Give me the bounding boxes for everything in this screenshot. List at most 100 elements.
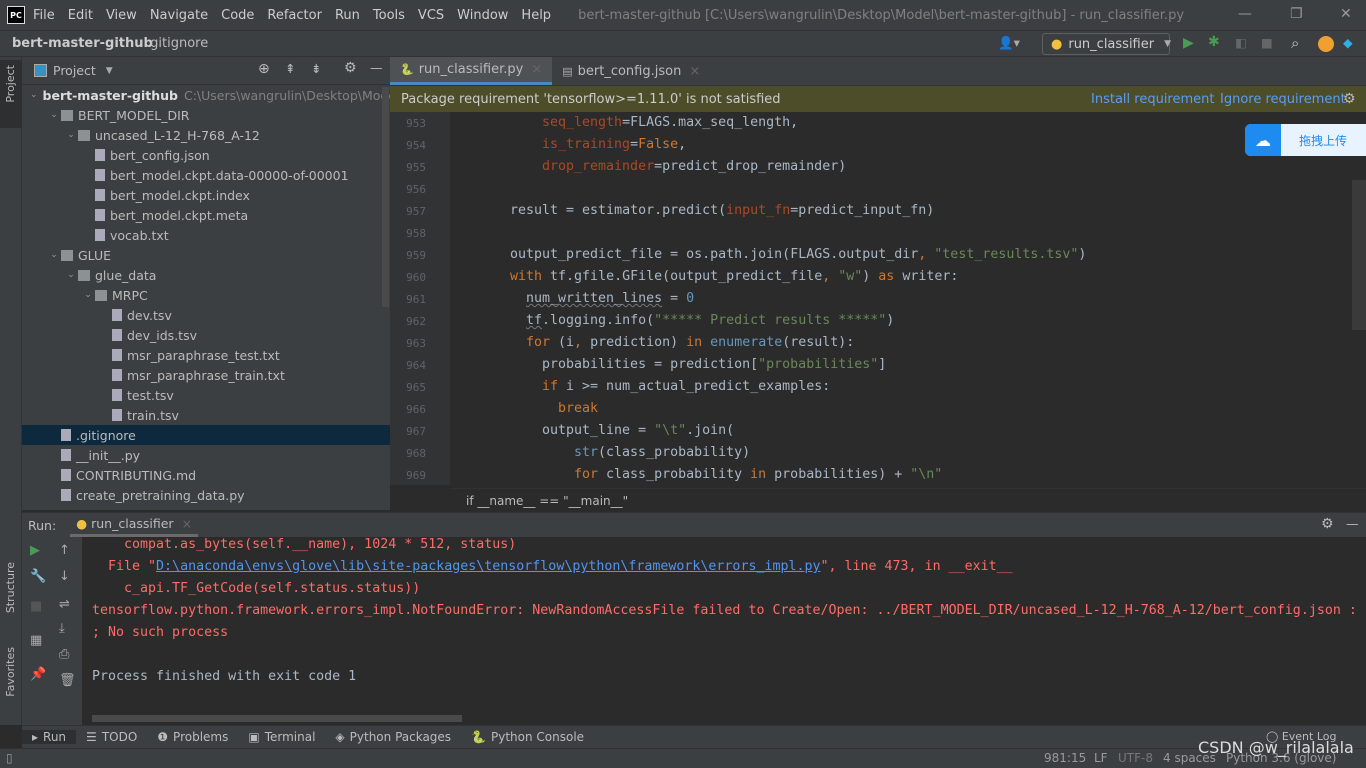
tree-item[interactable]: ⌄ uncased_L-12_H-768_A-12	[22, 125, 390, 145]
scroll-to-end-icon[interactable]: ⤓	[59, 621, 65, 636]
upload-overlay[interactable]: ☁ 拖拽上传	[1245, 124, 1366, 156]
plugin-icon[interactable]: ◆	[1343, 35, 1353, 50]
close-icon[interactable]: ✕	[1340, 6, 1352, 22]
pin-icon[interactable]: 📌	[30, 667, 46, 682]
gear-icon[interactable]: ⚙	[344, 60, 357, 76]
tree-item[interactable]: dev_ids.tsv	[22, 325, 390, 345]
gear-icon[interactable]: ⚙	[1321, 516, 1334, 532]
tree-item[interactable]: test.tsv	[22, 385, 390, 405]
tree-item[interactable]: bert_model.ckpt.data-00000-of-00001	[22, 165, 390, 185]
minimize-icon[interactable]: —	[1238, 6, 1252, 22]
editor-breadcrumb[interactable]: if __name__ == "__main__"	[450, 488, 1366, 510]
tree-item[interactable]: msr_paraphrase_train.txt	[22, 365, 390, 385]
locate-icon[interactable]: ⊕	[258, 61, 270, 77]
close-tab-icon[interactable]: ×	[182, 516, 192, 531]
tree-item[interactable]: train.tsv	[22, 405, 390, 425]
tree-item[interactable]: ⌄ glue_data	[22, 265, 390, 285]
stop-icon[interactable]: ■	[30, 599, 42, 614]
down-arrow-icon[interactable]: ↓	[59, 569, 70, 584]
hide-icon[interactable]: —	[370, 60, 383, 75]
close-tab-icon[interactable]: ×	[531, 62, 542, 77]
collapse-all-icon[interactable]: ⇟	[311, 61, 321, 76]
line-separator[interactable]: LF	[1094, 751, 1108, 765]
expand-all-icon[interactable]: ⇞	[285, 61, 295, 76]
breadcrumb-file[interactable]: .gitignore	[146, 36, 208, 51]
run-tab[interactable]: ● run_classifier ×	[70, 513, 199, 537]
vcs-user-icon[interactable]: 👤▾	[998, 35, 1020, 51]
tree-item[interactable]: create_pretraining_data.py	[22, 485, 390, 505]
tab-bert_config-json[interactable]: ▤ bert_config.json ×	[552, 57, 710, 85]
debug-icon[interactable]: ✱	[1208, 34, 1220, 50]
file-link[interactable]: D:\anaconda\envs\glove\lib\site-packages…	[156, 559, 820, 574]
maximize-icon[interactable]: ❐	[1290, 6, 1303, 22]
tab-run_classifier-py[interactable]: 🐍 run_classifier.py ×	[390, 57, 553, 85]
print-icon[interactable]: ⎙	[59, 647, 69, 662]
tree-item[interactable]: ⌄ GLUE	[22, 245, 390, 265]
caret-position[interactable]: 981:15	[1044, 751, 1086, 765]
editor-scrollbar[interactable]	[1352, 180, 1366, 330]
tree-item[interactable]: dev.tsv	[22, 305, 390, 325]
menu-file[interactable]: File	[33, 8, 55, 23]
rerun-icon[interactable]: ▶	[30, 543, 40, 558]
update-icon[interactable]	[1318, 36, 1334, 52]
code-line: for (i, prediction) in enumerate(result)…	[526, 335, 854, 350]
tree-item[interactable]: bert_model.ckpt.index	[22, 185, 390, 205]
file-icon	[112, 329, 122, 341]
tool-window-todo[interactable]: ☰ TODO	[76, 730, 147, 744]
tool-window-terminal[interactable]: ▣ Terminal	[238, 730, 325, 744]
tree-item[interactable]: __init__.py	[22, 445, 390, 465]
run-config-select[interactable]: ● run_classifier ▼	[1042, 33, 1171, 55]
menu-help[interactable]: Help	[521, 8, 551, 23]
chevron-down-icon[interactable]: ▼	[106, 66, 113, 76]
run-icon[interactable]: ▶	[1183, 35, 1194, 51]
project-view-select[interactable]: Project	[53, 63, 96, 78]
tree-item[interactable]: bert_config.json	[22, 145, 390, 165]
structure-tool-button[interactable]: Structure	[4, 562, 17, 613]
favorites-tool-button[interactable]: Favorites	[4, 647, 17, 697]
tree-item[interactable]: vocab.txt	[22, 225, 390, 245]
tool-window-python-packages[interactable]: ◈ Python Packages	[325, 730, 461, 744]
hide-icon[interactable]: —	[1346, 516, 1359, 531]
menu-code[interactable]: Code	[221, 8, 254, 23]
tool-window-problems[interactable]: ❶ Problems	[147, 730, 238, 744]
tree-item[interactable]: ⌄ bert-master-github C:\Users\wangrulin\De…	[22, 85, 400, 105]
tree-item[interactable]: msr_paraphrase_test.txt	[22, 345, 390, 365]
breadcrumb-project[interactable]: bert-master-github	[12, 36, 153, 51]
menu-tools[interactable]: Tools	[373, 8, 405, 23]
search-icon[interactable]: ⌕	[1291, 34, 1299, 52]
toggle-tool-windows-icon[interactable]: ▯	[6, 751, 13, 765]
menu-run[interactable]: Run	[335, 8, 360, 23]
code-line: tf.logging.info("***** Predict results *…	[526, 313, 894, 328]
gear-icon[interactable]: ⚙	[1343, 91, 1356, 107]
ignore-requirement-link[interactable]: Ignore requirement	[1220, 92, 1346, 107]
menu-refactor[interactable]: Refactor	[267, 8, 322, 23]
console-h-scrollbar[interactable]	[92, 715, 462, 722]
soft-wrap-icon[interactable]: ⇌	[59, 597, 70, 612]
tool-window-run[interactable]: ▸ Run	[22, 730, 77, 744]
menu-view[interactable]: View	[106, 8, 137, 23]
menu-edit[interactable]: Edit	[68, 8, 93, 23]
tool-window-python-console[interactable]: 🐍 Python Console	[461, 730, 594, 744]
close-tab-icon[interactable]: ×	[689, 64, 700, 79]
stop-icon[interactable]: ■	[1261, 35, 1273, 50]
project-scrollbar[interactable]	[382, 87, 389, 307]
tree-item[interactable]: bert_model.ckpt.meta	[22, 205, 390, 225]
coverage-icon[interactable]: ◧	[1235, 35, 1247, 50]
wrench-icon[interactable]: 🔧	[30, 569, 46, 584]
menu-window[interactable]: Window	[457, 8, 508, 23]
trash-icon[interactable]: 🗑	[59, 673, 76, 688]
console-line: c_api.TF_GetCode(self.status.status))	[92, 581, 420, 596]
menu-navigate[interactable]: Navigate	[150, 8, 208, 23]
tree-item[interactable]: ⌄ MRPC	[22, 285, 390, 305]
tree-item[interactable]: CONTRIBUTING.md	[22, 465, 390, 485]
json-file-icon: ▤	[562, 64, 573, 78]
run-panel: Run: ● run_classifier × ⚙ — ▶ 🔧 ■ ▦ 📌 ↑ ↓ …	[22, 512, 1366, 726]
file-encoding[interactable]: UTF-8	[1118, 751, 1153, 765]
layout-icon[interactable]: ▦	[30, 633, 42, 648]
up-arrow-icon[interactable]: ↑	[59, 543, 70, 558]
project-tool-button[interactable]: Project	[4, 65, 17, 103]
menu-vcs[interactable]: VCS	[418, 8, 444, 23]
tree-item[interactable]: .gitignore	[22, 425, 390, 445]
install-requirement-link[interactable]: Install requirement	[1091, 92, 1214, 107]
tree-item[interactable]: ⌄ BERT_MODEL_DIR	[22, 105, 390, 125]
